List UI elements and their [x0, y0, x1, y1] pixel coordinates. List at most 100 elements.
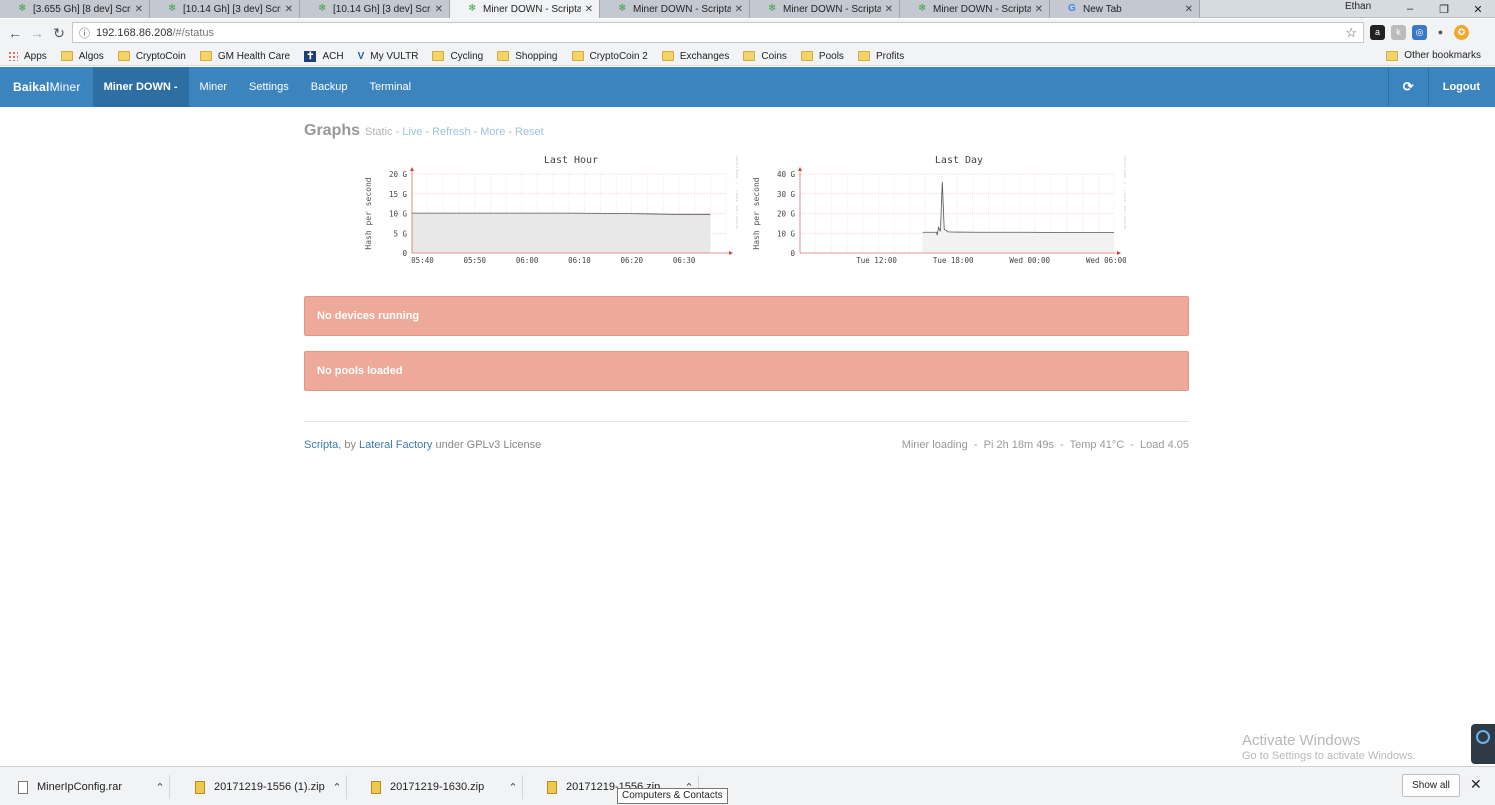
brand-bold: Baikal [13, 80, 50, 94]
download-item[interactable]: 20171219-1556 (1).zip ⌃ [177, 775, 347, 799]
series-line [922, 181, 1114, 236]
bookmark-folder[interactable]: Algos [60, 51, 104, 62]
bookmark-folder[interactable]: Cycling [432, 51, 483, 62]
close-icon[interactable]: ✕ [735, 4, 743, 15]
browser-tab[interactable]: ❄ [3.655 Gh] [8 dev] Scripta ✕ [0, 0, 150, 18]
scripta-link[interactable]: Scripta [304, 439, 338, 451]
status-page: Graphs Static - Live - Refresh - More - Reset La… [304, 122, 1189, 451]
nav-item-terminal[interactable]: Terminal [359, 67, 423, 107]
x-axis-arrow [729, 251, 733, 255]
no-devices-alert: No devices running [304, 296, 1189, 336]
close-icon[interactable]: ✕ [585, 4, 593, 15]
extension-icon[interactable]: a [1370, 25, 1385, 40]
graph-reset-link[interactable]: Reset [515, 126, 544, 138]
extension-icon[interactable]: ◎ [1412, 25, 1427, 40]
nav-item-backup[interactable]: Backup [300, 67, 359, 107]
zip-file-icon [371, 780, 381, 794]
browser-tab[interactable]: ❄ Miner DOWN - Scripta ✕ [600, 0, 750, 18]
bookmark-folder[interactable]: CryptoCoin [117, 51, 186, 62]
browser-tab[interactable]: ❄ [10.14 Gh] [3 dev] Scripta ✕ [300, 0, 450, 18]
rrdtool-credit: RRDTOOL / TOBI OETIKER [734, 156, 738, 230]
tooltip: Computers & Contacts [617, 788, 728, 804]
info-icon[interactable]: ⓘ [79, 25, 90, 41]
teamviewer-widget[interactable] [1471, 724, 1495, 764]
restore-icon[interactable]: ❐ [1427, 3, 1461, 16]
graphs-heading: Graphs Static - Live - Refresh - More - Reset [304, 122, 1189, 140]
browser-toolbar: ← → ↻ ⓘ 192.168.86.208 /#/status ☆ a k ◎… [0, 19, 1495, 47]
y-tick-label: 15 G [389, 190, 408, 199]
minimize-icon[interactable]: – [1393, 3, 1427, 15]
chevron-up-icon[interactable]: ⌃ [151, 781, 169, 794]
url-host: 192.168.86.208 [96, 26, 173, 39]
scripta-favicon-icon: ❄ [168, 3, 177, 14]
bookmark-link[interactable]: V My VULTR [358, 51, 419, 62]
bookmark-folder[interactable]: CryptoCoin 2 [571, 51, 648, 62]
close-icon[interactable]: ✕ [435, 4, 443, 15]
close-downloads-icon[interactable]: ✕ [1470, 776, 1482, 793]
tab-label: Miner DOWN - Scripta [633, 3, 731, 15]
address-bar[interactable]: ⓘ 192.168.86.208 /#/status ☆ [72, 22, 1364, 43]
tab-label: Miner DOWN - Scripta [933, 3, 1031, 15]
download-item[interactable]: 20171219-1630.zip ⌃ [353, 775, 523, 799]
browser-tab[interactable]: ❄ Miner DOWN - Scripta ✕ [900, 0, 1050, 18]
show-all-downloads-button[interactable]: Show all [1402, 774, 1460, 797]
x-tick-label: Tue 18:00 [933, 256, 974, 265]
rrdtool-credit: RRDTOOL / TOBI OETIKER [1122, 156, 1126, 230]
chevron-up-icon[interactable]: ⌃ [504, 781, 522, 794]
browser-tab[interactable]: G New Tab ✕ [1050, 0, 1200, 18]
window-close-icon[interactable]: ✕ [1461, 3, 1495, 16]
lateral-factory-link[interactable]: Lateral Factory [359, 439, 432, 451]
browser-tab[interactable]: ❄ [10.14 Gh] [3 dev] Scripta ✕ [150, 0, 300, 18]
bookmark-folder[interactable]: Profits [857, 50, 905, 62]
other-bookmarks[interactable]: Other bookmarks [1386, 50, 1481, 61]
logout-button[interactable]: Logout [1427, 67, 1495, 107]
close-icon[interactable]: ✕ [1185, 4, 1193, 15]
nav-item-status[interactable]: Miner DOWN - [92, 67, 189, 107]
back-arrow-icon[interactable]: ← [4, 25, 26, 41]
profile-name[interactable]: Ethan [1345, 1, 1371, 12]
bookmark-link[interactable]: ✝ ACH [304, 50, 344, 62]
extension-icon[interactable]: k [1391, 25, 1406, 40]
graph-mode-live[interactable]: Live [402, 126, 422, 138]
x-axis-arrow [1117, 251, 1121, 255]
bookmark-folder[interactable]: GM Health Care [199, 51, 290, 62]
graph-more-link[interactable]: More [480, 126, 505, 138]
close-icon[interactable]: ✕ [1035, 4, 1043, 15]
bookmark-folder[interactable]: Shopping [497, 51, 558, 62]
scripta-favicon-icon: ❄ [468, 3, 477, 14]
browser-tab[interactable]: ❄ Miner DOWN - Scripta ✕ [750, 0, 900, 18]
close-icon[interactable]: ✕ [285, 4, 293, 15]
graph-refresh-link[interactable]: Refresh [432, 126, 471, 138]
brand-logo[interactable]: BaikalMiner [0, 80, 93, 94]
extension-icon[interactable]: ✪ [1454, 25, 1469, 40]
folder-icon [800, 51, 813, 61]
refresh-button[interactable]: ⟳ [1387, 67, 1428, 107]
chevron-up-icon[interactable]: ⌃ [328, 781, 346, 794]
download-filename: 20171219-1630.zip [390, 781, 485, 793]
graph-mode-static[interactable]: Static [365, 126, 393, 138]
bookmark-folder[interactable]: Exchanges [661, 51, 729, 62]
bookmark-label: Profits [875, 50, 905, 62]
folder-icon [199, 51, 212, 61]
browser-tab-active[interactable]: ❄ Miner DOWN - Scripta ✕ [450, 0, 600, 18]
close-icon[interactable]: ✕ [885, 4, 893, 15]
tab-label: Miner DOWN - Scripta [483, 3, 581, 15]
nav-item-miner[interactable]: Miner [189, 67, 239, 107]
bookmark-apps[interactable]: Apps [8, 51, 47, 62]
extension-drop-icon[interactable]: ● [1433, 25, 1448, 40]
reload-icon[interactable]: ↻ [48, 25, 70, 42]
separator: - [425, 126, 430, 138]
bookmark-label: Coins [761, 50, 787, 62]
forward-arrow-icon[interactable]: → [26, 25, 48, 41]
bookmark-star-icon[interactable]: ☆ [1345, 25, 1357, 41]
google-favicon-icon: G [1068, 3, 1076, 14]
folder-icon [1386, 50, 1399, 61]
footer-credits: Scripta, by Lateral Factory under GPLv3 … [304, 439, 541, 451]
download-item[interactable]: MinerIpConfig.rar ⌃ [0, 775, 170, 799]
nav-item-settings[interactable]: Settings [238, 67, 300, 107]
bookmark-folder[interactable]: Coins [743, 51, 787, 62]
bookmark-folder[interactable]: Pools [800, 51, 844, 62]
x-tick-label: Wed 06:00 [1086, 256, 1126, 265]
y-tick-label: 20 G [389, 170, 408, 179]
close-icon[interactable]: ✕ [135, 4, 143, 15]
